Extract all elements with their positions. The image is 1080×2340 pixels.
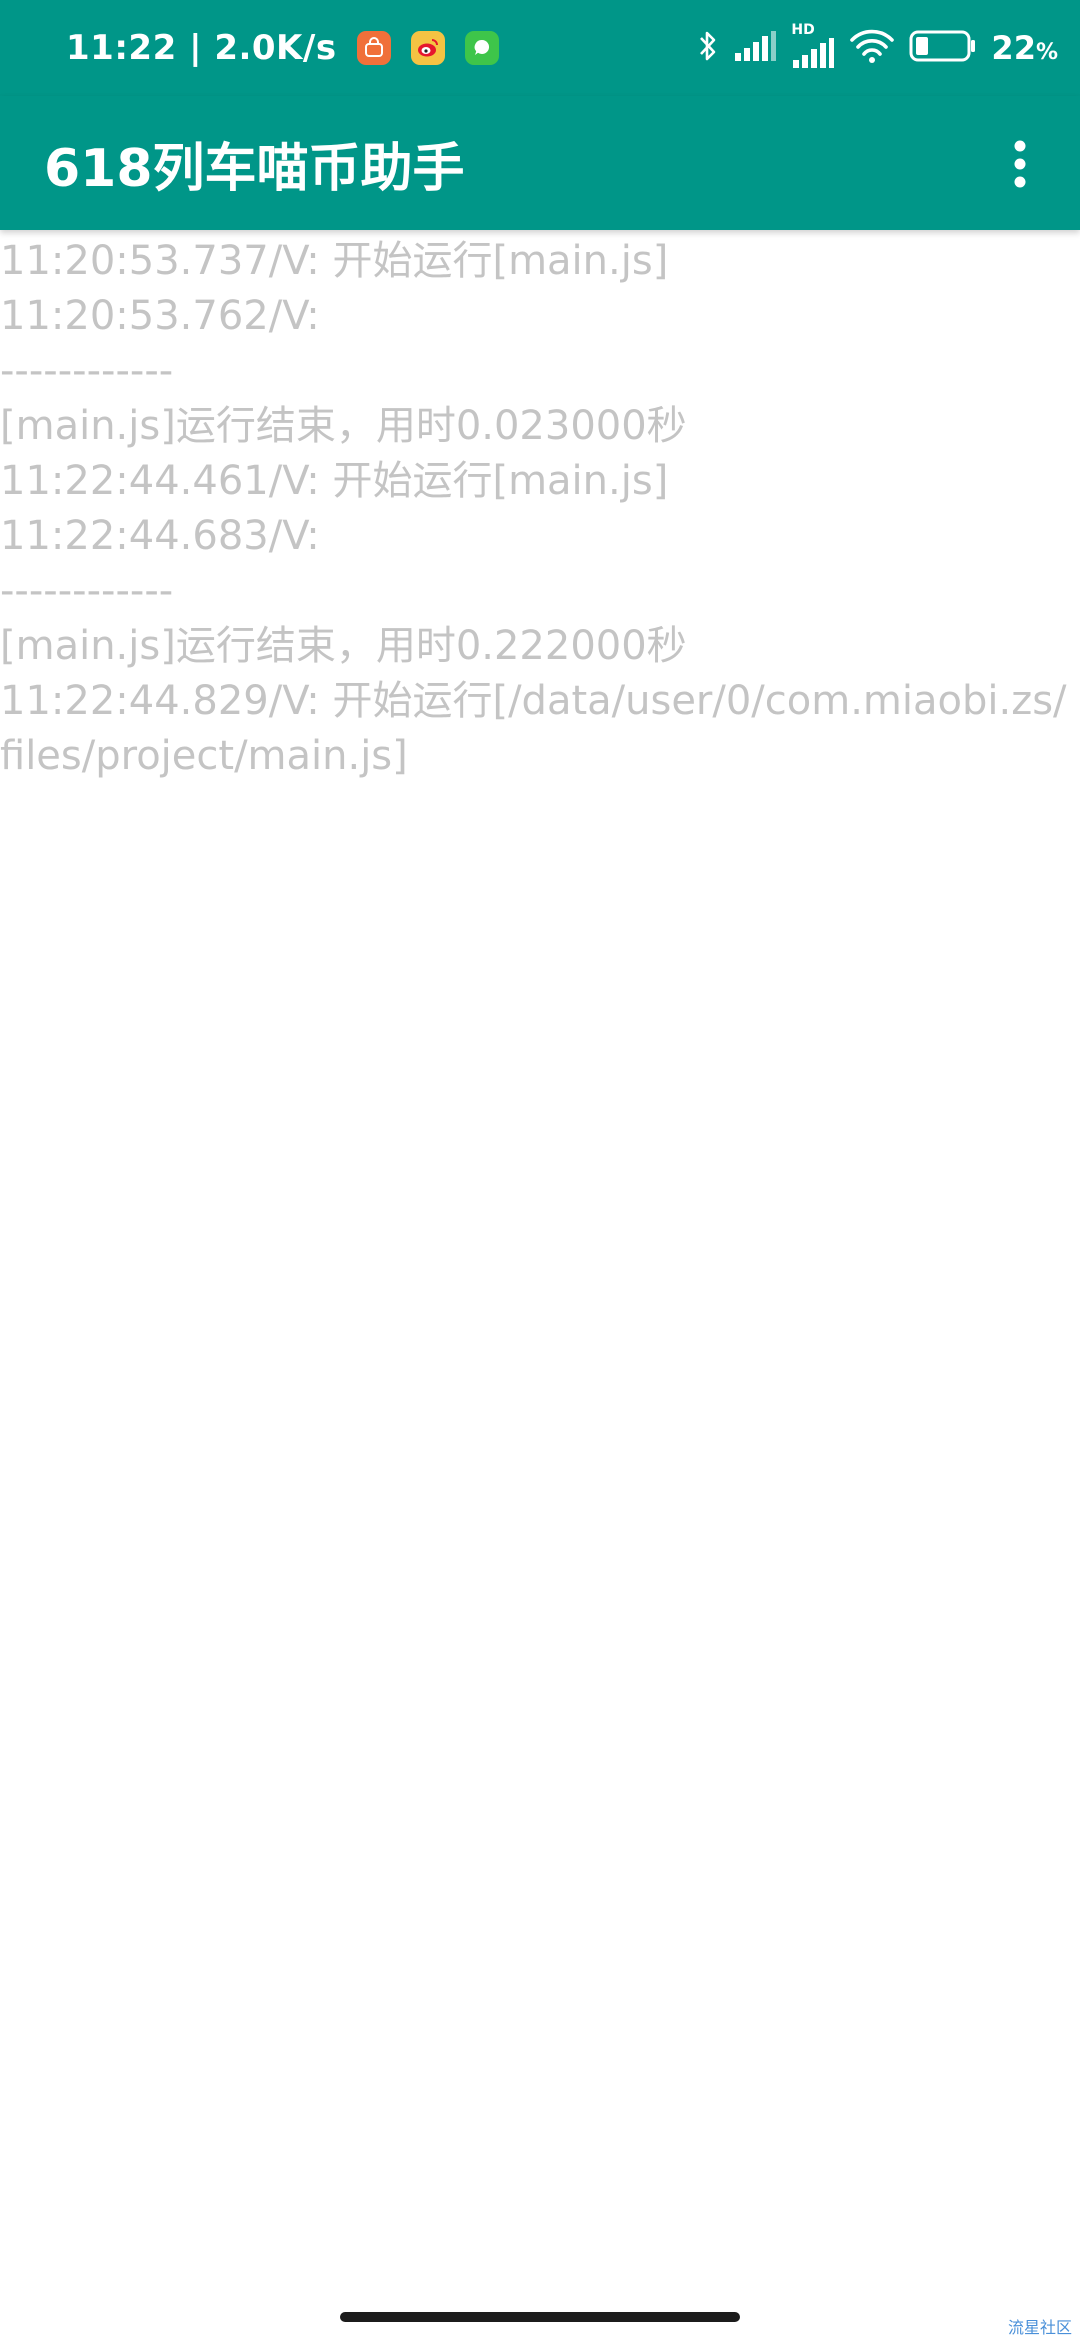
bluetooth-icon — [697, 28, 719, 68]
status-time-speed: 11:22 | 2.0K/s — [66, 28, 337, 68]
log-line: 11:22:44.461/V: 开始运行[main.js] — [0, 458, 669, 504]
log-output: 11:20:53.737/V: 开始运行[main.js] 11:20:53.7… — [0, 230, 1080, 784]
log-line: 11:20:53.762/V: — [0, 293, 320, 339]
log-line: 11:22:44.829/V: 开始运行[/data/user/0/com.mi… — [0, 678, 1067, 724]
status-right: HD 22% — [697, 22, 1058, 72]
overflow-menu-button[interactable] — [990, 124, 1050, 204]
overflow-menu-icon — [1014, 140, 1026, 188]
hd-cell-signal-icon: HD — [791, 22, 835, 70]
status-left: 11:22 | 2.0K/s — [66, 24, 499, 72]
battery-percent: 22% — [991, 29, 1058, 67]
watermark: 流星社区 — [1007, 2318, 1072, 2337]
log-separator: ------------ — [0, 568, 174, 614]
home-indicator[interactable] — [340, 2312, 740, 2322]
green-app-icon — [464, 31, 499, 65]
log-separator: ------------ — [0, 348, 174, 394]
log-line: [main.js]运行结束，用时0.023000秒 — [0, 403, 687, 449]
cell-signal-icon — [733, 29, 777, 67]
wifi-icon — [849, 28, 895, 68]
battery-icon — [909, 29, 977, 67]
status-bar: 11:22 | 2.0K/s HD 22% — [0, 0, 1080, 96]
app-bar: 618列车喵币助手 — [0, 96, 1080, 230]
taobao-app-icon — [356, 31, 391, 65]
log-line: 11:20:53.737/V: 开始运行[main.js] — [0, 238, 669, 284]
app-title: 618列车喵币助手 — [44, 139, 465, 199]
log-line: [main.js]运行结束，用时0.222000秒 — [0, 623, 687, 669]
log-line: 11:22:44.683/V: — [0, 513, 320, 559]
weibo-app-icon — [410, 31, 445, 65]
log-line: files/project/main.js] — [0, 733, 408, 779]
